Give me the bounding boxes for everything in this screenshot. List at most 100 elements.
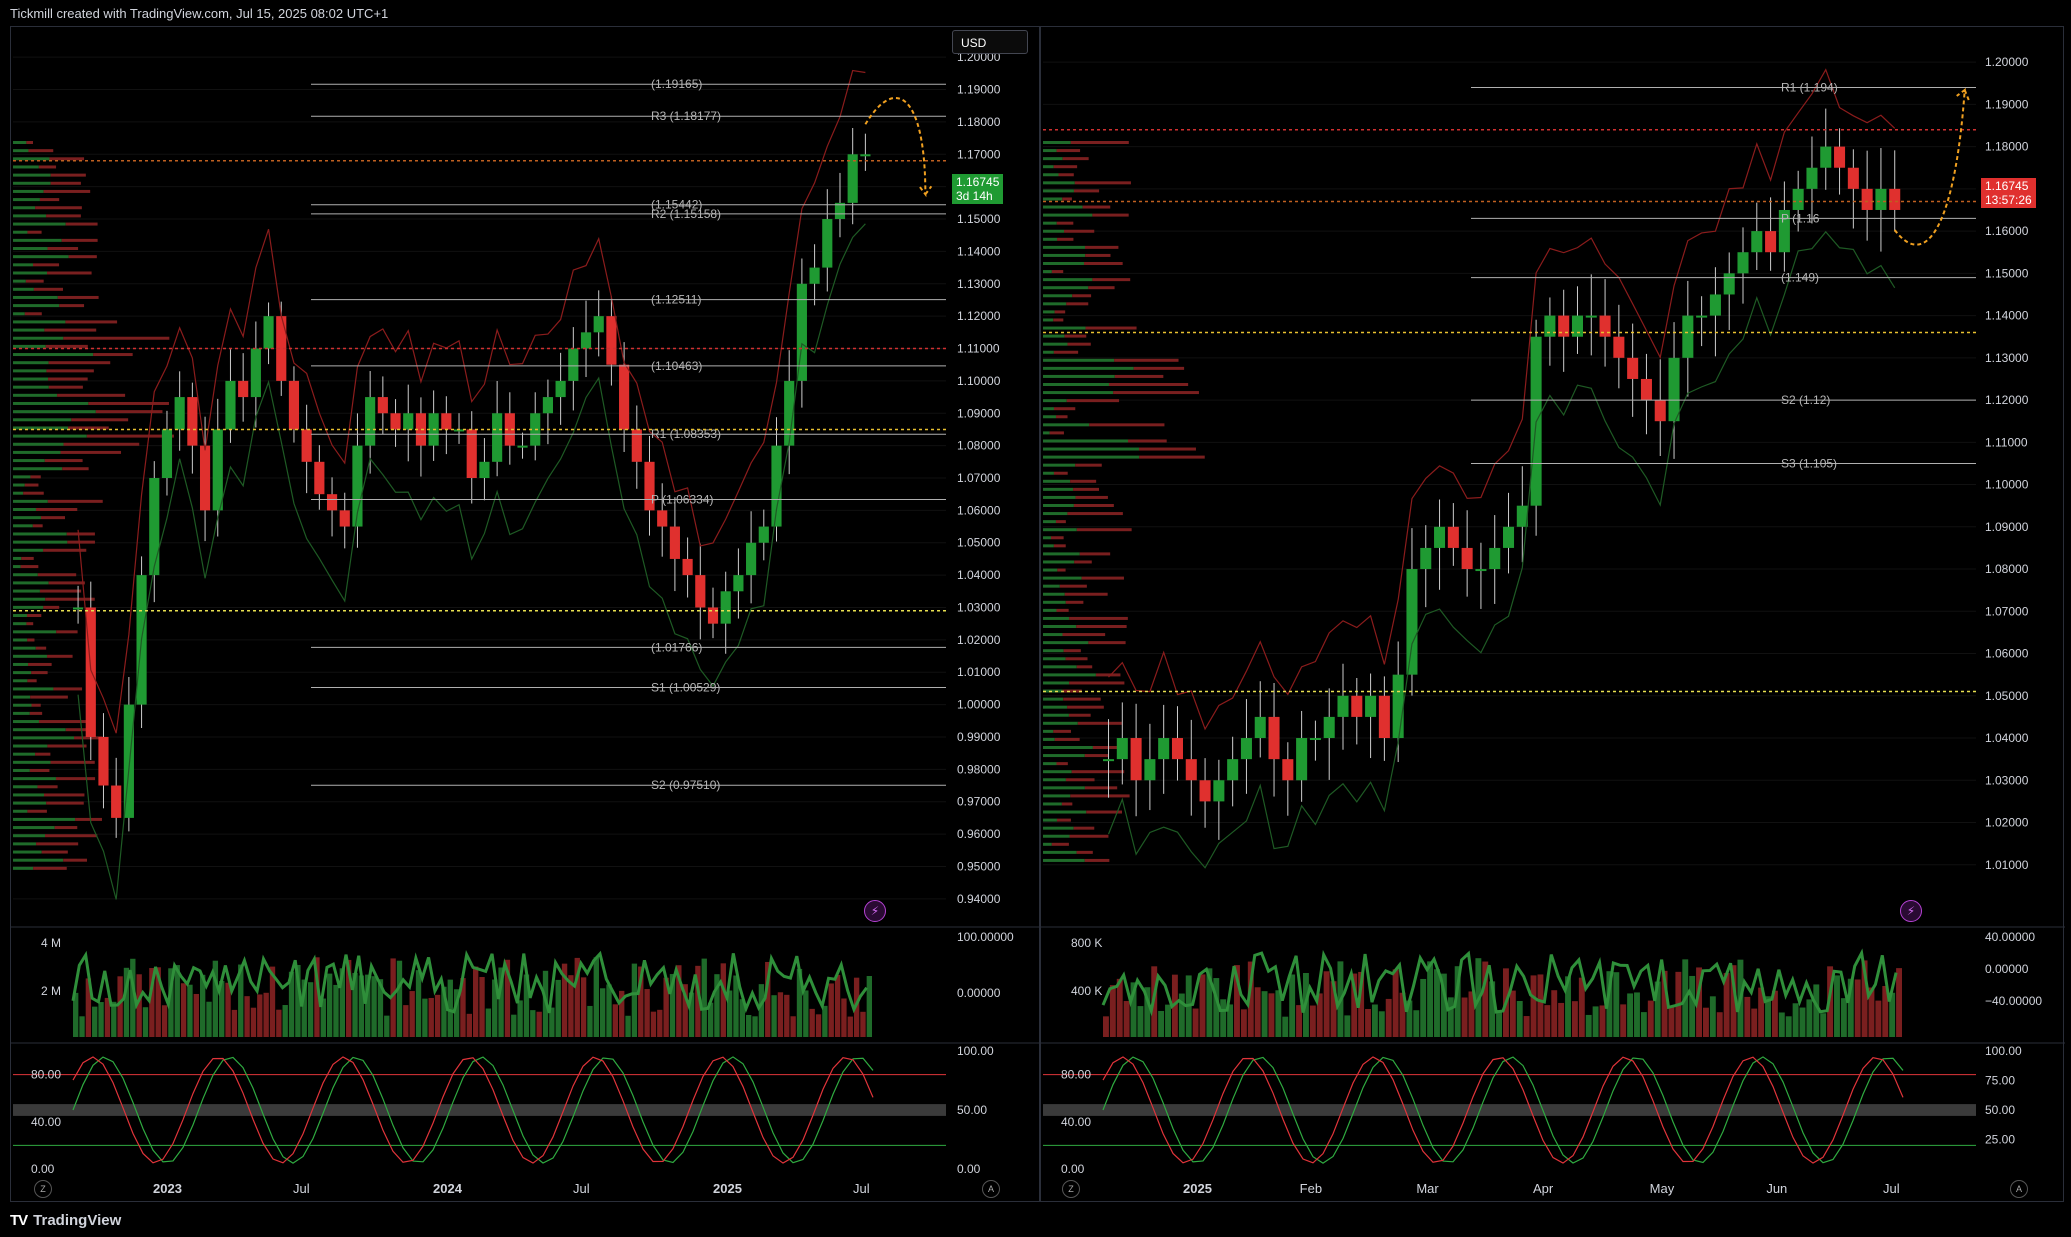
candle-body — [1337, 695, 1349, 717]
volume-profile-bar — [65, 320, 118, 324]
volume-profile-bar — [1108, 383, 1189, 386]
candle-body — [1723, 273, 1735, 295]
volume-profile-bar — [1043, 858, 1085, 862]
volume-profile-bar — [1057, 237, 1074, 241]
left-flash-icon[interactable]: ⚡ — [864, 900, 886, 922]
candle-body — [1213, 780, 1225, 802]
volume-bar — [822, 1005, 828, 1037]
volume-profile-bar — [1073, 504, 1114, 507]
stochastic-axis-label: 50.00 — [957, 1103, 987, 1117]
volume-bar — [117, 976, 123, 1037]
volume-profile-bar — [59, 304, 85, 308]
right-a-toggle-icon[interactable]: A — [2010, 1180, 2028, 1198]
volume-profile-bar — [1043, 842, 1052, 846]
left-chart-canvas[interactable]: 1.200001.190001.180001.170001.160001.150… — [11, 27, 1041, 1203]
volume-profile-bar — [1074, 181, 1131, 185]
volume-bar — [142, 1007, 149, 1037]
volume-profile-bar — [1043, 713, 1069, 717]
candle-body — [1806, 167, 1818, 189]
volume-profile-bar — [1056, 149, 1081, 153]
stochastic-axis-label: 100.00 — [957, 1044, 994, 1058]
volume-profile-bar — [27, 614, 42, 618]
volume-bar — [657, 1009, 663, 1037]
candle-body — [593, 316, 604, 333]
volume-profile-bar — [1043, 463, 1076, 467]
volume-profile-bar — [38, 165, 57, 169]
volume-profile-bar — [28, 149, 54, 153]
candle-body — [314, 461, 325, 495]
volume-profile-bar — [13, 671, 32, 675]
candle-body — [1558, 315, 1570, 337]
pivot-level-label: (1.01766) — [651, 640, 702, 654]
time-axis-label: May — [1650, 1181, 1675, 1196]
candle-body — [365, 397, 376, 446]
candle-body — [682, 558, 693, 576]
volume-profile-bar — [1051, 842, 1069, 846]
candle-body — [1489, 547, 1501, 570]
volume-profile-bar — [13, 450, 61, 454]
volume-profile-bar — [13, 565, 21, 569]
volume-profile-bar — [93, 353, 133, 357]
volume-profile-bar — [45, 344, 88, 348]
volume-bar — [1744, 996, 1751, 1037]
left-chart-pane[interactable]: 1.200001.190001.180001.170001.160001.150… — [10, 26, 1041, 1203]
price-axis-label: 1.00000 — [957, 698, 1001, 712]
volume-profile-bar — [1043, 487, 1074, 491]
volume-profile-bar — [1081, 576, 1124, 580]
volume-profile-bar — [1043, 310, 1055, 314]
volume-bar — [104, 997, 111, 1037]
volume-profile-bar — [1053, 544, 1066, 548]
volume-profile-bar — [88, 401, 169, 405]
volume-profile-bar — [1043, 673, 1096, 677]
volume-profile-bar — [26, 141, 34, 144]
volume-profile-bar — [1043, 165, 1054, 169]
left-a-toggle-icon[interactable]: A — [982, 1180, 1000, 1198]
volume-bar — [809, 1008, 815, 1037]
volume-profile-bar — [45, 834, 98, 838]
volume-bar — [1344, 1015, 1351, 1037]
candle-body — [1296, 738, 1308, 781]
volume-bar — [485, 1008, 492, 1037]
price-axis-label: 1.09000 — [1985, 520, 2029, 534]
right-z-toggle-icon[interactable]: Z — [1062, 1180, 1080, 1198]
candle-body — [860, 154, 871, 157]
volume-bar — [1571, 1001, 1578, 1037]
volume-bar — [161, 1005, 168, 1037]
volume-profile-bar — [1043, 189, 1074, 193]
pivot-level-label: (1.149) — [1781, 271, 1819, 285]
volume-profile-bar — [1043, 746, 1093, 749]
volume-bar — [530, 1010, 536, 1037]
volume-bar — [752, 1016, 758, 1037]
right-candle-countdown: 13:57:26 — [1985, 193, 2032, 207]
currency-selector-button[interactable]: USD — [952, 30, 1028, 54]
volume-bar — [828, 983, 834, 1037]
volume-profile-bar — [31, 703, 41, 707]
candle-body — [847, 154, 858, 203]
volume-profile-bar — [13, 467, 63, 471]
price-axis-label: 1.06000 — [957, 503, 1001, 517]
volume-bar — [409, 991, 415, 1037]
candle-body — [187, 397, 198, 446]
volume-profile-bar — [55, 777, 96, 781]
volume-profile-bar — [1043, 608, 1057, 612]
volume-bar — [1820, 1013, 1827, 1037]
right-chart-pane[interactable]: 1.200001.190001.180001.170001.160001.150… — [1040, 26, 2065, 1203]
candle-body — [403, 413, 414, 430]
volume-profile-bar — [13, 809, 28, 813]
right-chart-canvas[interactable]: 1.200001.190001.180001.170001.160001.150… — [1041, 27, 2065, 1203]
volume-bar — [1158, 1010, 1165, 1037]
candle-body — [568, 348, 579, 381]
volume-profile-bar — [1114, 358, 1179, 362]
volume-bar — [333, 984, 339, 1037]
candle-body — [695, 575, 706, 608]
volume-bar — [1309, 1005, 1316, 1037]
oscillator-axis-label: 0.00000 — [957, 986, 1001, 1000]
volume-profile-bar — [1043, 657, 1066, 661]
left-z-toggle-icon[interactable]: Z — [34, 1180, 52, 1198]
right-flash-icon[interactable]: ⚡ — [1900, 900, 1922, 922]
volume-profile-bar — [1071, 770, 1125, 774]
volume-profile-bar — [13, 834, 46, 838]
candle-body — [1875, 188, 1887, 210]
volume-profile-bar — [1043, 342, 1068, 346]
candle-body — [199, 445, 211, 511]
